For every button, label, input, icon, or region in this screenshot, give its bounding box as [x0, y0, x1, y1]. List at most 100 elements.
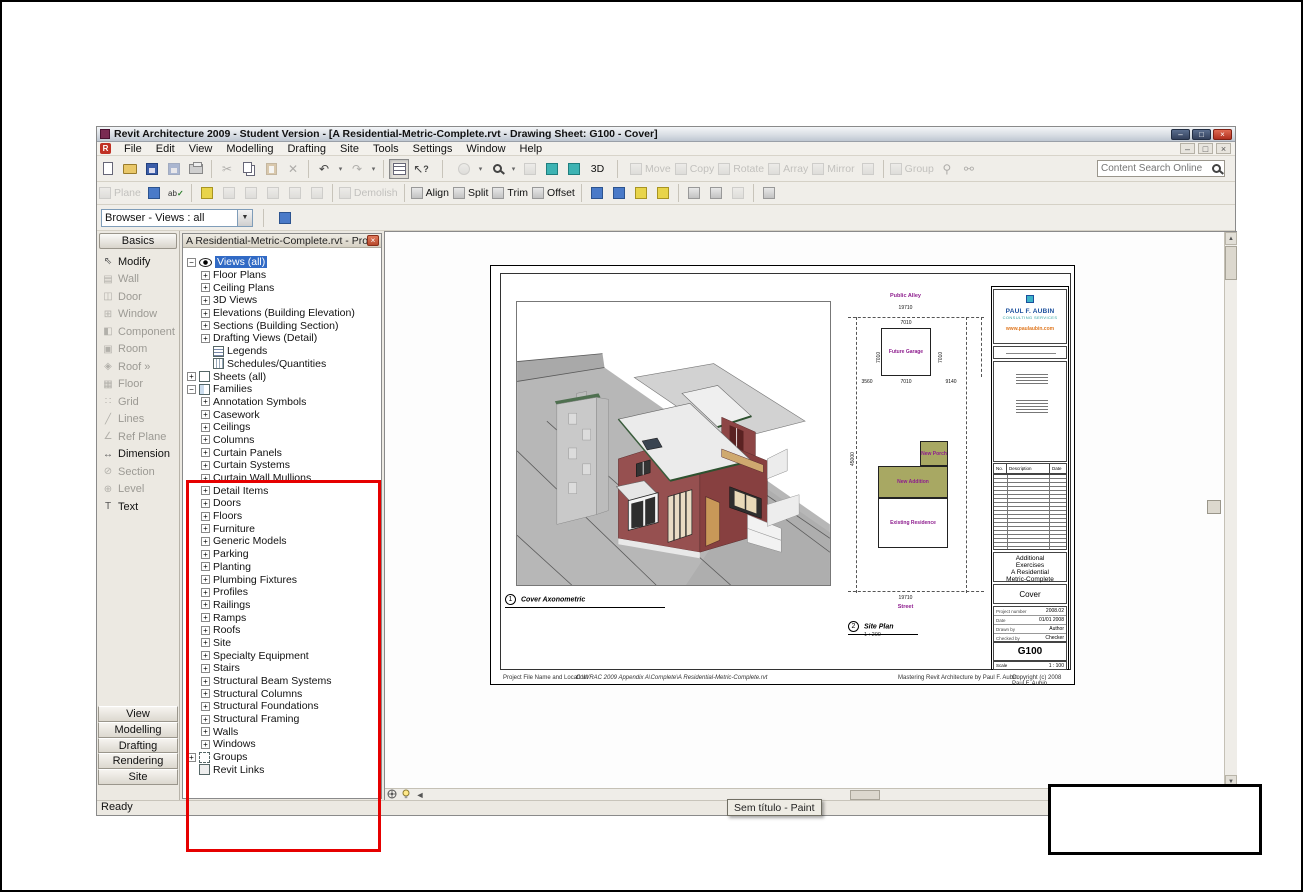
expand-icon[interactable]: + [201, 486, 210, 495]
menu-settings[interactable]: Settings [406, 143, 460, 155]
tree-item-schedules-quantities[interactable]: Schedules/Quantities [183, 358, 381, 371]
tree-item-revit-links[interactable]: Revit Links [183, 764, 381, 777]
menu-site[interactable]: Site [333, 143, 366, 155]
pick-walls-button[interactable] [653, 183, 673, 203]
expand-icon[interactable]: + [201, 499, 210, 508]
tree-item-legends[interactable]: Legends [183, 345, 381, 358]
design-bar-tab-drafting[interactable]: Drafting [98, 738, 178, 754]
expand-icon[interactable]: + [201, 410, 210, 419]
doc-restore-button[interactable]: □ [1198, 143, 1213, 154]
expand-icon[interactable]: + [201, 321, 210, 330]
design-bar-item-dimension[interactable]: ↔Dimension [97, 446, 179, 464]
tree-item-detail-items[interactable]: +Detail Items [183, 484, 381, 497]
tree-item-specialty-equipment[interactable]: +Specialty Equipment [183, 649, 381, 662]
tree-item-columns[interactable]: +Columns [183, 434, 381, 447]
expand-icon[interactable]: + [201, 626, 210, 635]
tree-item-structural-foundations[interactable]: +Structural Foundations [183, 700, 381, 713]
expand-icon[interactable]: + [201, 702, 210, 711]
expand-icon[interactable]: + [187, 753, 196, 762]
properties-button[interactable] [275, 208, 295, 228]
collapse-icon[interactable]: − [187, 258, 196, 267]
collapse-icon[interactable]: − [187, 385, 196, 394]
vertical-scrollbar[interactable]: ▲ ▼ [1224, 232, 1237, 788]
tree-item-ceiling-plans[interactable]: +Ceiling Plans [183, 281, 381, 294]
tree-item-families[interactable]: −Families [183, 383, 381, 396]
expand-icon[interactable]: + [201, 537, 210, 546]
expand-icon[interactable]: + [201, 474, 210, 483]
tree-item-3d-views[interactable]: +3D Views [183, 294, 381, 307]
align-button[interactable]: Align [410, 183, 450, 203]
redo-dropdown[interactable]: ▾ [369, 159, 378, 179]
tree-item-floor-plans[interactable]: +Floor Plans [183, 269, 381, 282]
dynamic-view-button[interactable] [542, 159, 562, 179]
grid-button[interactable] [144, 183, 164, 203]
camera-button[interactable] [564, 159, 584, 179]
zoom-dropdown[interactable]: ▾ [509, 159, 518, 179]
tree-item-parking[interactable]: +Parking [183, 548, 381, 561]
expand-icon[interactable]: + [201, 740, 210, 749]
search-icon[interactable] [1212, 164, 1221, 173]
copy-to-clipboard-button[interactable] [587, 183, 607, 203]
tree-item-structural-beam-systems[interactable]: +Structural Beam Systems [183, 675, 381, 688]
tree-item-plumbing-fixtures[interactable]: +Plumbing Fixtures [183, 573, 381, 586]
menu-drafting[interactable]: Drafting [280, 143, 333, 155]
menu-edit[interactable]: Edit [149, 143, 182, 155]
expand-icon[interactable]: + [201, 448, 210, 457]
expand-icon[interactable]: + [201, 309, 210, 318]
tree-item-railings[interactable]: +Railings [183, 599, 381, 612]
expand-icon[interactable]: + [201, 600, 210, 609]
tree-item-structural-columns[interactable]: +Structural Columns [183, 687, 381, 700]
design-bar-header[interactable]: Basics [99, 233, 177, 249]
print-button[interactable] [186, 159, 206, 179]
chevron-down-icon[interactable]: ▼ [237, 210, 252, 226]
restore-button[interactable]: □ [1192, 129, 1211, 140]
expand-icon[interactable]: + [201, 677, 210, 686]
new-button[interactable] [98, 159, 118, 179]
save-button[interactable] [142, 159, 162, 179]
expand-icon[interactable]: + [201, 689, 210, 698]
worksets-button[interactable] [759, 183, 779, 203]
expand-icon[interactable]: + [201, 575, 210, 584]
expand-icon[interactable]: + [201, 423, 210, 432]
tree-item-sections-building-section-[interactable]: +Sections (Building Section) [183, 319, 381, 332]
expand-icon[interactable]: + [201, 397, 210, 406]
tree-item-curtain-panels[interactable]: +Curtain Panels [183, 446, 381, 459]
expand-icon[interactable]: + [201, 638, 210, 647]
expand-icon[interactable]: + [201, 562, 210, 571]
open-button[interactable] [120, 159, 140, 179]
tree-item-floors[interactable]: +Floors [183, 510, 381, 523]
view-properties-button[interactable] [684, 183, 704, 203]
tree-item-structural-framing[interactable]: +Structural Framing [183, 713, 381, 726]
doc-minimize-button[interactable]: – [1180, 143, 1195, 154]
tree-item-furniture[interactable]: +Furniture [183, 522, 381, 535]
tree-item-site[interactable]: +Site [183, 637, 381, 650]
tree-item-curtain-wall-mullions[interactable]: +Curtain Wall Mullions [183, 472, 381, 485]
design-bar-tab-view[interactable]: View [98, 706, 178, 722]
content-search-input[interactable] [1101, 163, 1212, 174]
pick-lines-button[interactable] [631, 183, 651, 203]
expand-icon[interactable]: + [201, 461, 210, 470]
close-button[interactable]: × [1213, 129, 1232, 140]
site-plan-viewport[interactable]: Public Alley 19710 7010 Future Garage 70… [848, 291, 988, 651]
copy-button[interactable] [239, 159, 259, 179]
project-browser-header[interactable]: A Residential-Metric-Complete.rvt - Proj… [183, 234, 381, 248]
tree-item-walls[interactable]: +Walls [183, 725, 381, 738]
expand-icon[interactable]: + [201, 588, 210, 597]
tree-item-profiles[interactable]: +Profiles [183, 586, 381, 599]
spelling-button[interactable]: ab✓ [166, 183, 186, 203]
expand-icon[interactable]: + [201, 512, 210, 521]
scroll-left-icon[interactable]: ◄ [413, 790, 427, 800]
paste-aligned-button[interactable] [609, 183, 629, 203]
tree-item-curtain-systems[interactable]: +Curtain Systems [183, 459, 381, 472]
design-bar-item-text[interactable]: TText [97, 498, 179, 516]
design-bar-tab-rendering[interactable]: Rendering [98, 753, 178, 769]
tree-item-casework[interactable]: +Casework [183, 408, 381, 421]
content-search-box[interactable] [1097, 160, 1225, 177]
tree-item-stairs[interactable]: +Stairs [183, 662, 381, 675]
undo-button[interactable]: ↶ [314, 159, 334, 179]
type-selector-dropdown[interactable]: Browser - Views : all ▼ [101, 209, 253, 227]
expand-icon[interactable]: + [201, 524, 210, 533]
project-browser-toggle[interactable] [389, 159, 409, 179]
drawing-canvas[interactable]: 1 Cover Axonometric Public Alley 19710 7… [384, 231, 1237, 801]
tree-item-drafting-views-detail-[interactable]: +Drafting Views (Detail) [183, 332, 381, 345]
